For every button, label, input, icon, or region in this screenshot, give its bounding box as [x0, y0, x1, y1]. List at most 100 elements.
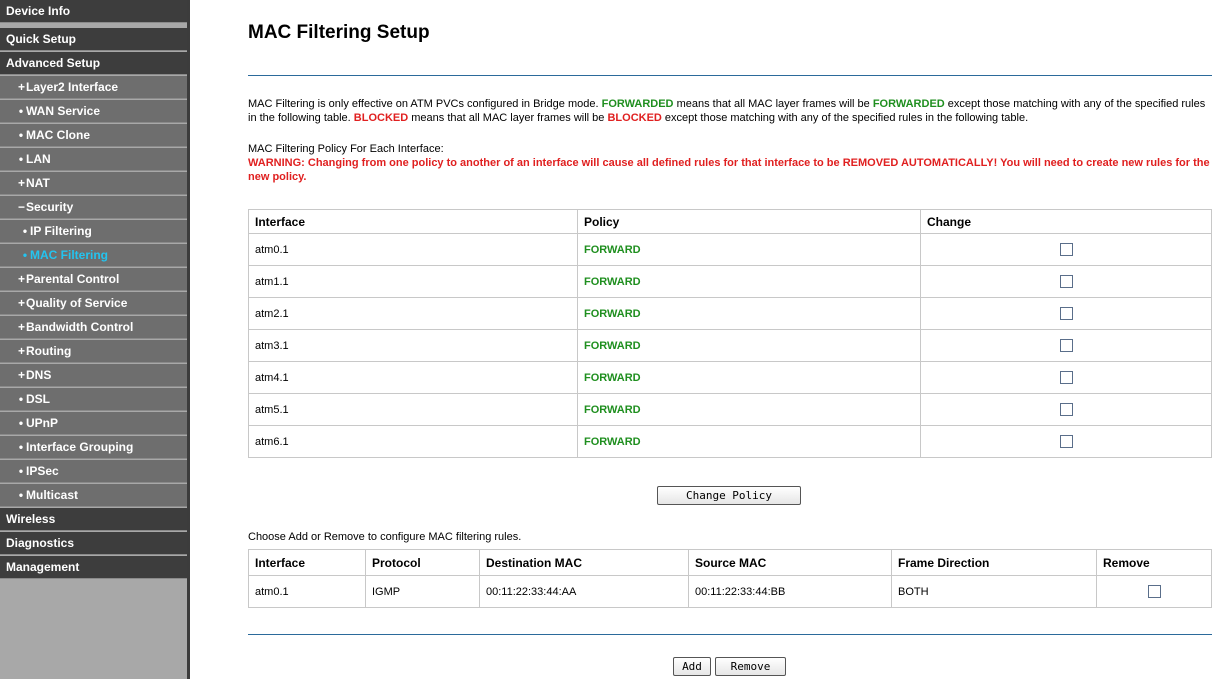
nav-lan[interactable]: • LAN: [0, 148, 187, 171]
expand-icon: +: [18, 176, 26, 190]
blocked-keyword: BLOCKED: [607, 112, 662, 124]
nav-interface-grouping[interactable]: • Interface Grouping: [0, 436, 187, 459]
policy-cell: FORWARD: [577, 393, 921, 426]
table-row: atm2.1 FORWARD: [248, 297, 1212, 330]
nav-diagnostics[interactable]: Diagnostics: [0, 532, 187, 555]
change-cell: [920, 233, 1212, 266]
nav-parental-control[interactable]: +Parental Control: [0, 268, 187, 291]
table-header-row: Interface Policy Change: [248, 209, 1212, 234]
bullet-icon: •: [18, 152, 24, 166]
nav-label: MAC Filtering: [30, 248, 108, 262]
change-checkbox[interactable]: [1059, 403, 1073, 416]
col-header-change: Change: [920, 209, 1212, 234]
rules-heading: Choose Add or Remove to configure MAC fi…: [248, 531, 522, 543]
frame-direction-cell: BOTH: [891, 575, 1097, 608]
change-cell: [920, 425, 1212, 458]
nav-layer2-interface[interactable]: +Layer2 Interface: [0, 76, 187, 99]
nav-label: Device Info: [6, 4, 71, 18]
nav-ip-filtering[interactable]: • IP Filtering: [0, 220, 187, 243]
policy-cell: FORWARD: [577, 233, 921, 266]
nav-label: UPnP: [26, 416, 59, 430]
policy-cell: FORWARD: [577, 329, 921, 362]
bullet-icon: •: [18, 440, 24, 454]
col-header-interface: Interface: [248, 209, 578, 234]
change-checkbox[interactable]: [1059, 435, 1073, 448]
nav-upnp[interactable]: • UPnP: [0, 412, 187, 435]
interface-cell: atm0.1: [248, 233, 578, 266]
policy-warning: WARNING: Changing from one policy to ano…: [248, 157, 1210, 183]
interface-cell: atm1.1: [248, 265, 578, 298]
policy-cell: FORWARD: [577, 265, 921, 298]
nav-quality-of-service[interactable]: +Quality of Service: [0, 292, 187, 315]
nav-nat[interactable]: +NAT: [0, 172, 187, 195]
nav-mac-clone[interactable]: • MAC Clone: [0, 124, 187, 147]
nav-label: Interface Grouping: [26, 440, 134, 454]
table-row: atm5.1 FORWARD: [248, 393, 1212, 426]
change-cell: [920, 393, 1212, 426]
nav-advanced-setup[interactable]: Advanced Setup: [0, 52, 187, 75]
bottom-divider: [248, 634, 1212, 635]
destination-mac-cell: 00:11:22:33:44:AA: [479, 575, 689, 608]
desc-part: except those matching with any of the sp…: [661, 112, 1029, 124]
change-checkbox[interactable]: [1059, 275, 1073, 288]
expand-icon: +: [18, 272, 26, 286]
nav-label: Quick Setup: [6, 32, 77, 46]
policy-table: Interface Policy Change atm0.1 FORWARD a…: [248, 209, 1212, 458]
interface-cell: atm2.1: [248, 297, 578, 330]
nav-label: Advanced Setup: [6, 56, 101, 70]
nav-label: Security: [26, 200, 74, 214]
policy-cell: FORWARD: [577, 361, 921, 394]
nav-wireless[interactable]: Wireless: [0, 508, 187, 531]
bullet-icon: •: [18, 416, 24, 430]
remove-button[interactable]: Remove: [715, 657, 786, 676]
col-header-frame-direction: Frame Direction: [891, 549, 1097, 576]
source-mac-cell: 00:11:22:33:44:BB: [688, 575, 892, 608]
bullet-icon: •: [18, 392, 24, 406]
nav-wan-service[interactable]: • WAN Service: [0, 100, 187, 123]
expand-icon: +: [18, 368, 26, 382]
nav-label: DNS: [26, 368, 52, 382]
table-row: atm4.1 FORWARD: [248, 361, 1212, 394]
col-header-remove: Remove: [1096, 549, 1212, 576]
change-checkbox[interactable]: [1059, 339, 1073, 352]
bullet-icon: •: [18, 464, 24, 478]
change-cell: [920, 361, 1212, 394]
nav-label: Layer2 Interface: [26, 80, 119, 94]
nav-ipsec[interactable]: • IPSec: [0, 460, 187, 483]
add-button[interactable]: Add: [673, 657, 711, 676]
desc-part: means that all MAC layer frames will be: [408, 112, 608, 124]
nav-dsl[interactable]: • DSL: [0, 388, 187, 411]
change-checkbox[interactable]: [1059, 307, 1073, 320]
table-row: atm0.1 FORWARD: [248, 233, 1212, 266]
col-header-protocol: Protocol: [365, 549, 480, 576]
nav-label: Routing: [26, 344, 72, 358]
change-checkbox[interactable]: [1059, 371, 1073, 384]
desc-part: MAC Filtering is only effective on ATM P…: [248, 98, 602, 110]
remove-checkbox[interactable]: [1147, 585, 1161, 598]
nav-quick-setup[interactable]: Quick Setup: [0, 28, 187, 51]
nav-bandwidth-control[interactable]: +Bandwidth Control: [0, 316, 187, 339]
protocol-cell: IGMP: [365, 575, 480, 608]
bullet-icon: •: [18, 104, 24, 118]
interface-cell: atm6.1: [248, 425, 578, 458]
nav-dns[interactable]: +DNS: [0, 364, 187, 387]
nav-multicast[interactable]: • Multicast: [0, 484, 187, 507]
change-policy-button[interactable]: Change Policy: [657, 486, 801, 505]
expand-icon: +: [18, 296, 26, 310]
interface-cell: atm4.1: [248, 361, 578, 394]
change-cell: [920, 265, 1212, 298]
nav-management[interactable]: Management: [0, 556, 187, 579]
nav-device-info[interactable]: Device Info: [0, 0, 187, 23]
sidebar-divider: [187, 0, 190, 679]
nav-label: Wireless: [6, 512, 56, 526]
nav-security[interactable]: −Security: [0, 196, 187, 219]
sidebar-nav: Device Info Quick Setup Advanced Setup +…: [0, 0, 187, 679]
nav-routing[interactable]: +Routing: [0, 340, 187, 363]
nav-label: NAT: [26, 176, 50, 190]
bullet-icon: •: [18, 128, 24, 142]
change-checkbox[interactable]: [1059, 243, 1073, 256]
nav-mac-filtering[interactable]: • MAC Filtering: [0, 244, 187, 267]
interface-cell: atm3.1: [248, 329, 578, 362]
interface-cell: atm5.1: [248, 393, 578, 426]
nav-label: Bandwidth Control: [26, 320, 134, 334]
